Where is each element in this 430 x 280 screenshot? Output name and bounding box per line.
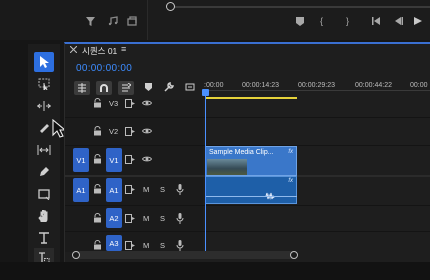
status-bar: [0, 262, 430, 280]
rectangle-icon: [38, 188, 50, 200]
microphone-icon[interactable]: [176, 240, 186, 251]
clip-thumbnail: [207, 159, 247, 175]
solo-button[interactable]: S: [160, 185, 165, 194]
scroll-handle-left[interactable]: [72, 251, 80, 259]
ruler-label: 00:00:29:23: [298, 82, 335, 89]
hand-tool[interactable]: [34, 206, 54, 226]
tools-panel: [28, 44, 60, 280]
selection-tool[interactable]: [34, 52, 54, 72]
track-divider: [65, 117, 430, 118]
track-target-a1[interactable]: A1: [106, 178, 122, 202]
track-divider: [65, 205, 430, 206]
time-ruler[interactable]: [205, 90, 430, 91]
ruler-label: 00:00: [410, 82, 428, 89]
track-divider: [65, 231, 430, 232]
solo-button[interactable]: S: [160, 241, 165, 250]
track-select-tool[interactable]: [34, 74, 54, 94]
lock-icon[interactable]: [93, 184, 103, 194]
ripple-edit-tool[interactable]: [34, 96, 54, 116]
microphone-icon[interactable]: [176, 213, 186, 224]
pen-icon: [40, 167, 49, 176]
panel-menu-icon[interactable]: ≡: [121, 44, 126, 54]
lock-icon[interactable]: [93, 154, 103, 164]
ripple-edit-icon: [37, 101, 51, 111]
close-tab-icon[interactable]: [70, 46, 77, 53]
sync-lock-icon[interactable]: [125, 99, 135, 109]
nest-icon: [78, 83, 86, 93]
eye-icon[interactable]: [142, 99, 152, 109]
sync-lock-icon[interactable]: [125, 155, 135, 165]
linked-selection-button[interactable]: [118, 81, 134, 95]
mute-button[interactable]: M: [143, 241, 149, 250]
selection-icon: [40, 56, 49, 68]
sequence-tab[interactable]: 시퀀스 01: [82, 45, 117, 57]
ruler-label: 00:00:14:23: [242, 82, 279, 89]
mark-in-icon[interactable]: {: [320, 16, 323, 26]
new-bin-icon[interactable]: [127, 16, 137, 26]
insert-sequence-button[interactable]: [74, 81, 90, 95]
rectangle-tool[interactable]: [34, 184, 54, 204]
track-target-a3[interactable]: A3: [106, 235, 122, 251]
lock-icon[interactable]: [93, 240, 103, 250]
sync-lock-icon[interactable]: [125, 214, 135, 224]
play-icon[interactable]: [414, 17, 422, 25]
eye-icon[interactable]: [142, 155, 152, 165]
work-area-bar[interactable]: [205, 97, 297, 99]
program-scrub-bar[interactable]: [168, 6, 430, 8]
mute-button[interactable]: M: [143, 214, 149, 223]
music-icon[interactable]: [108, 16, 118, 26]
wrench-icon[interactable]: [164, 82, 174, 92]
snap-button[interactable]: [96, 81, 112, 95]
ruler-label: :00:00: [204, 82, 224, 89]
add-marker-timeline-icon[interactable]: [145, 83, 152, 91]
horizontal-zoom-scrollbar[interactable]: [72, 251, 296, 259]
slip-icon: [37, 145, 51, 155]
project-panel: [0, 0, 148, 40]
program-scrub-handle[interactable]: [166, 2, 175, 11]
razor-tool[interactable]: [34, 118, 54, 138]
sync-lock-icon[interactable]: [125, 127, 135, 137]
type-tool[interactable]: [34, 228, 54, 248]
microphone-icon[interactable]: [176, 184, 186, 195]
razor-icon: [40, 124, 49, 133]
playhead-timecode[interactable]: 00:00:00:00: [76, 63, 132, 74]
track-name-v3[interactable]: V3: [109, 99, 118, 108]
video-clip[interactable]: Sample Media Clip... fx: [205, 146, 297, 176]
mute-button[interactable]: M: [143, 185, 149, 194]
filter-icon[interactable]: [86, 17, 95, 26]
magnet-icon: [100, 84, 108, 92]
scroll-handle-right[interactable]: [290, 251, 298, 259]
audio-clip[interactable]: fx: [205, 176, 297, 204]
hand-icon: [38, 210, 48, 222]
source-patch-a1[interactable]: A1: [73, 178, 89, 202]
type-icon: [39, 232, 49, 244]
clip-name: Sample Media Clip...: [209, 149, 274, 156]
track-target-v1[interactable]: V1: [106, 148, 122, 172]
fx-badge: fx: [288, 178, 293, 184]
solo-button[interactable]: S: [160, 214, 165, 223]
pen-tool[interactable]: [34, 162, 54, 182]
link-icon: [122, 83, 131, 92]
go-to-in-icon[interactable]: [372, 17, 380, 25]
track-target-a2[interactable]: A2: [106, 208, 122, 228]
mark-out-icon[interactable]: }: [346, 16, 349, 26]
sync-lock-icon[interactable]: [125, 241, 135, 251]
add-marker-icon[interactable]: [296, 17, 304, 26]
track-select-icon: [38, 78, 50, 90]
source-patch-v1[interactable]: V1: [73, 148, 89, 172]
sync-lock-icon[interactable]: [125, 185, 135, 195]
track-name-v2[interactable]: V2: [109, 127, 118, 136]
fx-badge: fx: [288, 149, 293, 155]
lock-icon[interactable]: [93, 98, 103, 108]
playhead-line[interactable]: [205, 92, 206, 252]
eye-icon[interactable]: [142, 127, 152, 137]
ruler-label: 00:00:44:22: [355, 82, 392, 89]
playhead-handle[interactable]: [202, 89, 209, 96]
lock-icon[interactable]: [93, 213, 103, 223]
lock-icon[interactable]: [93, 126, 103, 136]
audio-volume-line[interactable]: [205, 196, 297, 197]
step-back-icon[interactable]: [395, 17, 403, 25]
slip-tool[interactable]: [34, 140, 54, 160]
captions-track-icon[interactable]: [185, 82, 195, 92]
